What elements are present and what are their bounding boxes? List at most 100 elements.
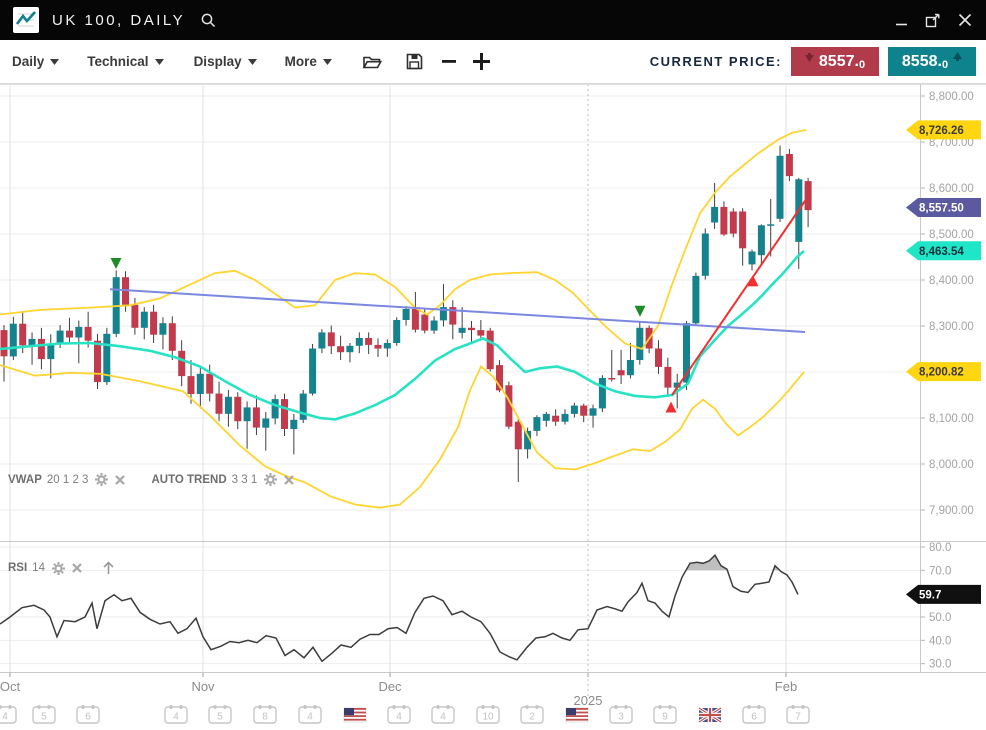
calendar-event-icon[interactable]: 2 bbox=[521, 705, 543, 723]
move-pane-up-icon[interactable] bbox=[102, 561, 115, 575]
svg-text:6: 6 bbox=[85, 712, 91, 723]
menu-timeframe-daily[interactable]: Daily bbox=[12, 54, 59, 69]
candle bbox=[618, 350, 625, 384]
candle bbox=[590, 405, 597, 428]
calendar-event-icon[interactable]: 3 bbox=[610, 705, 632, 723]
calendar-event-icon[interactable]: 4 bbox=[388, 705, 410, 723]
svg-text:7: 7 bbox=[795, 712, 801, 723]
open-folder-icon[interactable] bbox=[362, 53, 383, 71]
gb-flag-icon[interactable] bbox=[699, 708, 721, 722]
candle bbox=[150, 305, 157, 343]
svg-text:8,726.26: 8,726.26 bbox=[919, 125, 964, 137]
bid-price-box: 8557.0 bbox=[791, 47, 879, 76]
candle bbox=[664, 358, 671, 397]
candle bbox=[375, 338, 382, 356]
candle bbox=[552, 409, 559, 426]
event-timeline: 4 5 6 4 5 8 4 4 4 10 2 3 9 6 7 bbox=[0, 705, 809, 723]
calendar-event-icon[interactable]: 10 bbox=[477, 705, 499, 723]
candle bbox=[403, 306, 410, 325]
month-label: Dec bbox=[378, 679, 402, 694]
minimize-icon[interactable] bbox=[895, 14, 908, 27]
candle bbox=[113, 270, 120, 337]
ask-price-decimal: 0 bbox=[942, 59, 948, 76]
autotrend-settings-gear-icon[interactable] bbox=[264, 473, 277, 486]
month-label: Oct bbox=[0, 679, 20, 694]
price-axis-tick-label: 8,500.00 bbox=[929, 229, 974, 241]
rsi-settings-gear-icon[interactable] bbox=[52, 562, 65, 575]
vwap-indicator-params: 20 1 2 3 bbox=[47, 474, 89, 486]
svg-text:6: 6 bbox=[751, 712, 757, 723]
calendar-event-icon[interactable]: 5 bbox=[33, 705, 55, 723]
save-icon[interactable] bbox=[405, 52, 424, 71]
us-flag-icon[interactable] bbox=[344, 708, 366, 722]
candle bbox=[356, 332, 363, 353]
svg-text:4: 4 bbox=[396, 712, 402, 723]
bid-price-value: 8557. bbox=[819, 53, 859, 71]
month-label: 2025 bbox=[574, 693, 603, 708]
price-down-arrow-icon bbox=[805, 47, 814, 62]
menu-display[interactable]: Display bbox=[194, 54, 257, 69]
candle bbox=[468, 321, 475, 343]
candle bbox=[244, 401, 251, 448]
candle bbox=[702, 228, 709, 279]
svg-text:8,557.50: 8,557.50 bbox=[919, 203, 964, 215]
menu-more[interactable]: More bbox=[285, 54, 332, 69]
autotrend-remove-icon[interactable] bbox=[284, 475, 294, 485]
candle bbox=[543, 412, 550, 427]
calendar-event-icon[interactable]: 4 bbox=[165, 705, 187, 723]
vwap-remove-icon[interactable] bbox=[115, 475, 125, 485]
candle bbox=[627, 343, 634, 378]
indicator-row: RSI 14 bbox=[8, 561, 115, 575]
price-tag: 8,557.50 bbox=[906, 198, 981, 217]
candle bbox=[777, 146, 784, 222]
candle bbox=[10, 317, 17, 360]
price-chart-canvas[interactable]: 8,800.008,700.008,600.008,500.008,400.00… bbox=[0, 0, 986, 730]
chevron-down-icon bbox=[323, 59, 332, 65]
zoom-out-icon[interactable] bbox=[442, 54, 457, 69]
svg-text:4: 4 bbox=[2, 712, 8, 723]
chevron-down-icon bbox=[50, 59, 59, 65]
month-label: Feb bbox=[775, 679, 797, 694]
rsi-remove-icon[interactable] bbox=[72, 563, 82, 573]
menu-label: Daily bbox=[12, 54, 44, 69]
candle bbox=[290, 414, 297, 454]
candle bbox=[169, 316, 176, 360]
calendar-event-icon[interactable]: 8 bbox=[254, 705, 276, 723]
rsi-indicator-label: RSI bbox=[8, 562, 27, 574]
calendar-event-icon[interactable]: 4 bbox=[432, 705, 454, 723]
candle bbox=[786, 149, 793, 181]
search-icon[interactable] bbox=[200, 12, 217, 29]
candle bbox=[66, 318, 73, 344]
calendar-event-icon[interactable]: 7 bbox=[787, 705, 809, 723]
us-flag-icon[interactable] bbox=[566, 708, 588, 722]
popout-window-icon[interactable] bbox=[925, 13, 941, 28]
calendar-event-icon[interactable]: 6 bbox=[743, 705, 765, 723]
calendar-event-icon[interactable]: 4 bbox=[0, 705, 16, 723]
candle bbox=[692, 273, 699, 326]
autotrend-indicator-params: 3 3 1 bbox=[232, 474, 258, 486]
svg-text:10: 10 bbox=[482, 712, 494, 723]
svg-text:8: 8 bbox=[262, 712, 268, 723]
calendar-event-icon[interactable]: 5 bbox=[209, 705, 231, 723]
price-axis-tick-label: 8,800.00 bbox=[929, 91, 974, 103]
window-controls bbox=[895, 13, 972, 28]
rsi-indicator-params: 14 bbox=[32, 562, 45, 574]
close-icon[interactable] bbox=[958, 13, 972, 27]
candle bbox=[141, 307, 148, 339]
month-label: Nov bbox=[191, 679, 215, 694]
menu-technical[interactable]: Technical bbox=[87, 54, 163, 69]
price-axis-tick-label: 8,600.00 bbox=[929, 183, 974, 195]
candle bbox=[225, 390, 232, 427]
calendar-event-icon[interactable]: 4 bbox=[299, 705, 321, 723]
chevron-down-icon bbox=[155, 59, 164, 65]
candle bbox=[272, 395, 279, 425]
vwap-settings-gear-icon[interactable] bbox=[95, 473, 108, 486]
price-axis-tick-label: 8,100.00 bbox=[929, 413, 974, 425]
calendar-event-icon[interactable]: 9 bbox=[654, 705, 676, 723]
svg-text:59.7: 59.7 bbox=[919, 589, 941, 601]
svg-text:4: 4 bbox=[307, 712, 313, 723]
candle bbox=[515, 418, 522, 481]
candle bbox=[328, 326, 335, 355]
zoom-in-icon[interactable] bbox=[473, 53, 490, 70]
calendar-event-icon[interactable]: 6 bbox=[77, 705, 99, 723]
